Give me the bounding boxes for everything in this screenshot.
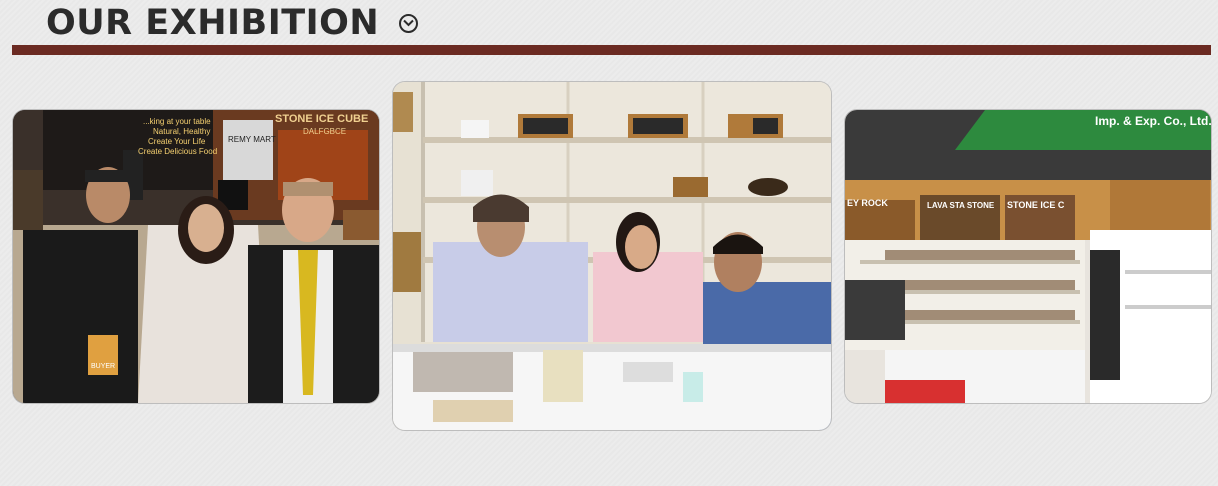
section-title: OUR EXHIBITION <box>46 3 380 43</box>
exhibition-photo-2[interactable] <box>393 82 831 430</box>
exhibition-photo-1[interactable]: ...king at your table Natural, Healthy C… <box>13 110 379 403</box>
booth-text-1: ...king at your table <box>143 117 211 126</box>
booth-text-3: Create Your Life <box>148 137 206 146</box>
exhibition-photo-3[interactable]: Imp. & Exp. Co., Ltd. EY ROCK LAVA STA S… <box>845 110 1211 403</box>
company-banner: Imp. & Exp. Co., Ltd. <box>1095 114 1211 128</box>
stone-ice-sign: STONE ICE CUBE <box>275 113 368 125</box>
chevron-down-circle-icon[interactable] <box>399 13 419 33</box>
brand-label: REMY MART <box>228 135 276 144</box>
panel-2: LAVA STA STONE <box>927 201 995 210</box>
title-divider <box>12 45 1211 55</box>
buyer-badge: BUYER <box>91 363 115 370</box>
panel-3: STONE ICE C <box>1007 200 1065 210</box>
sign-sub: DALFGBCE <box>303 127 346 136</box>
panel-1: EY ROCK <box>847 198 888 208</box>
section-header: OUR EXHIBITION <box>46 2 419 44</box>
booth-text-2: Natural, Healthy <box>153 127 210 136</box>
booth-text-4: Create Delicious Food <box>138 147 217 156</box>
